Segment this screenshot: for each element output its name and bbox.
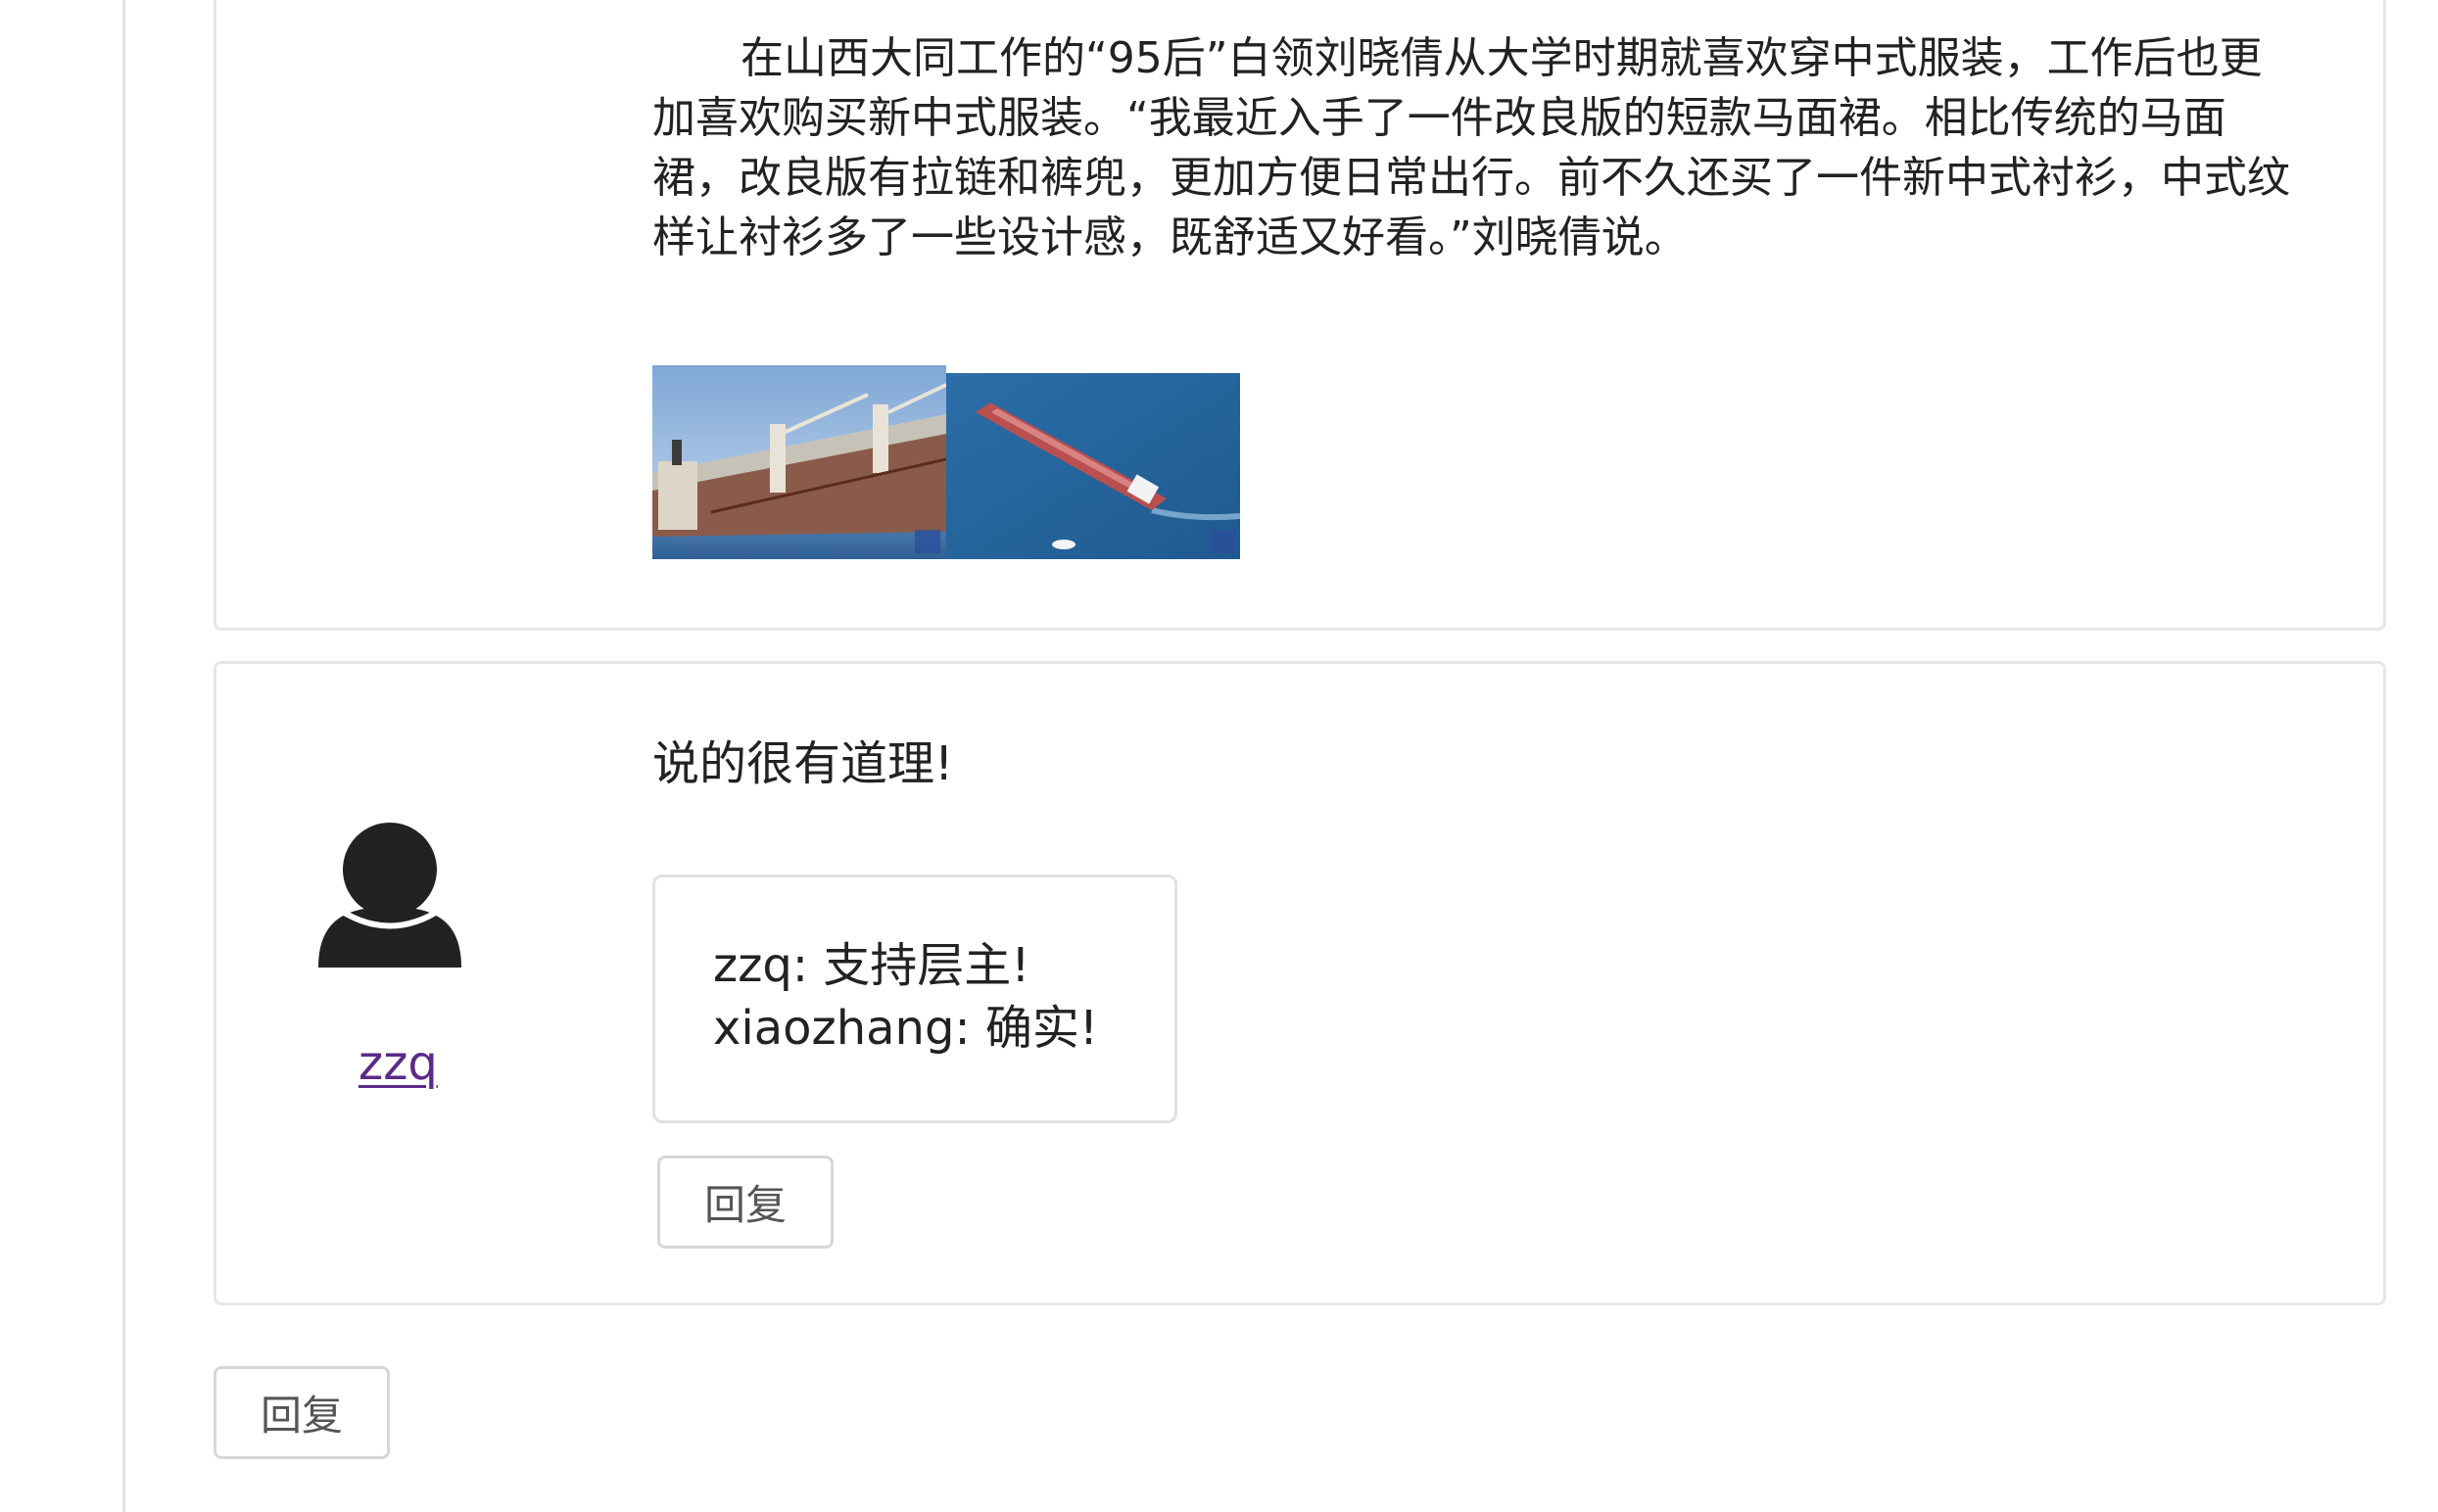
subcomment-separator: : bbox=[954, 1001, 985, 1056]
subcomment-text: 确实! bbox=[984, 1001, 1099, 1056]
post-paragraph: 在山西大同工作的“95后”白领刘晓倩从大学时期就喜欢穿中式服装，工作后也更加喜欢… bbox=[652, 33, 2290, 262]
reply-text: 说的很有道理! bbox=[652, 736, 954, 791]
ship-photo[interactable] bbox=[652, 365, 946, 559]
subcomment-item: xiaozhang: 确实! bbox=[713, 997, 1174, 1060]
subcomment-separator: : bbox=[791, 938, 824, 993]
post-card: 在山西大同工作的“95后”白领刘晓倩从大学时期就喜欢穿中式服装，工作后也更加喜欢… bbox=[214, 0, 2386, 631]
page: 在山西大同工作的“95后”白领刘晓倩从大学时期就喜欢穿中式服装，工作后也更加喜欢… bbox=[0, 0, 2438, 1512]
subcomment-item: zzq: 支持层主! bbox=[713, 934, 1174, 997]
username-link[interactable]: zzq bbox=[359, 1036, 438, 1091]
ship-aerial-photo[interactable] bbox=[946, 373, 1240, 559]
subcomment-author: xiaozhang bbox=[713, 1001, 955, 1056]
subcomment-text: 支持层主! bbox=[823, 938, 1030, 993]
reply-button[interactable]: 回复 bbox=[657, 1156, 834, 1249]
post-reply-button[interactable]: 回复 bbox=[214, 1366, 390, 1459]
subcomment-author: zzq bbox=[713, 938, 792, 993]
subcomment-box: zzq: 支持层主! xiaozhang: 确实! bbox=[652, 874, 1177, 1123]
user-avatar-icon[interactable] bbox=[318, 821, 461, 968]
reply-card: zzq 说的很有道理! zzq: 支持层主! xiaozhang: 确实! 回复 bbox=[214, 661, 2386, 1305]
left-divider bbox=[122, 0, 125, 1512]
